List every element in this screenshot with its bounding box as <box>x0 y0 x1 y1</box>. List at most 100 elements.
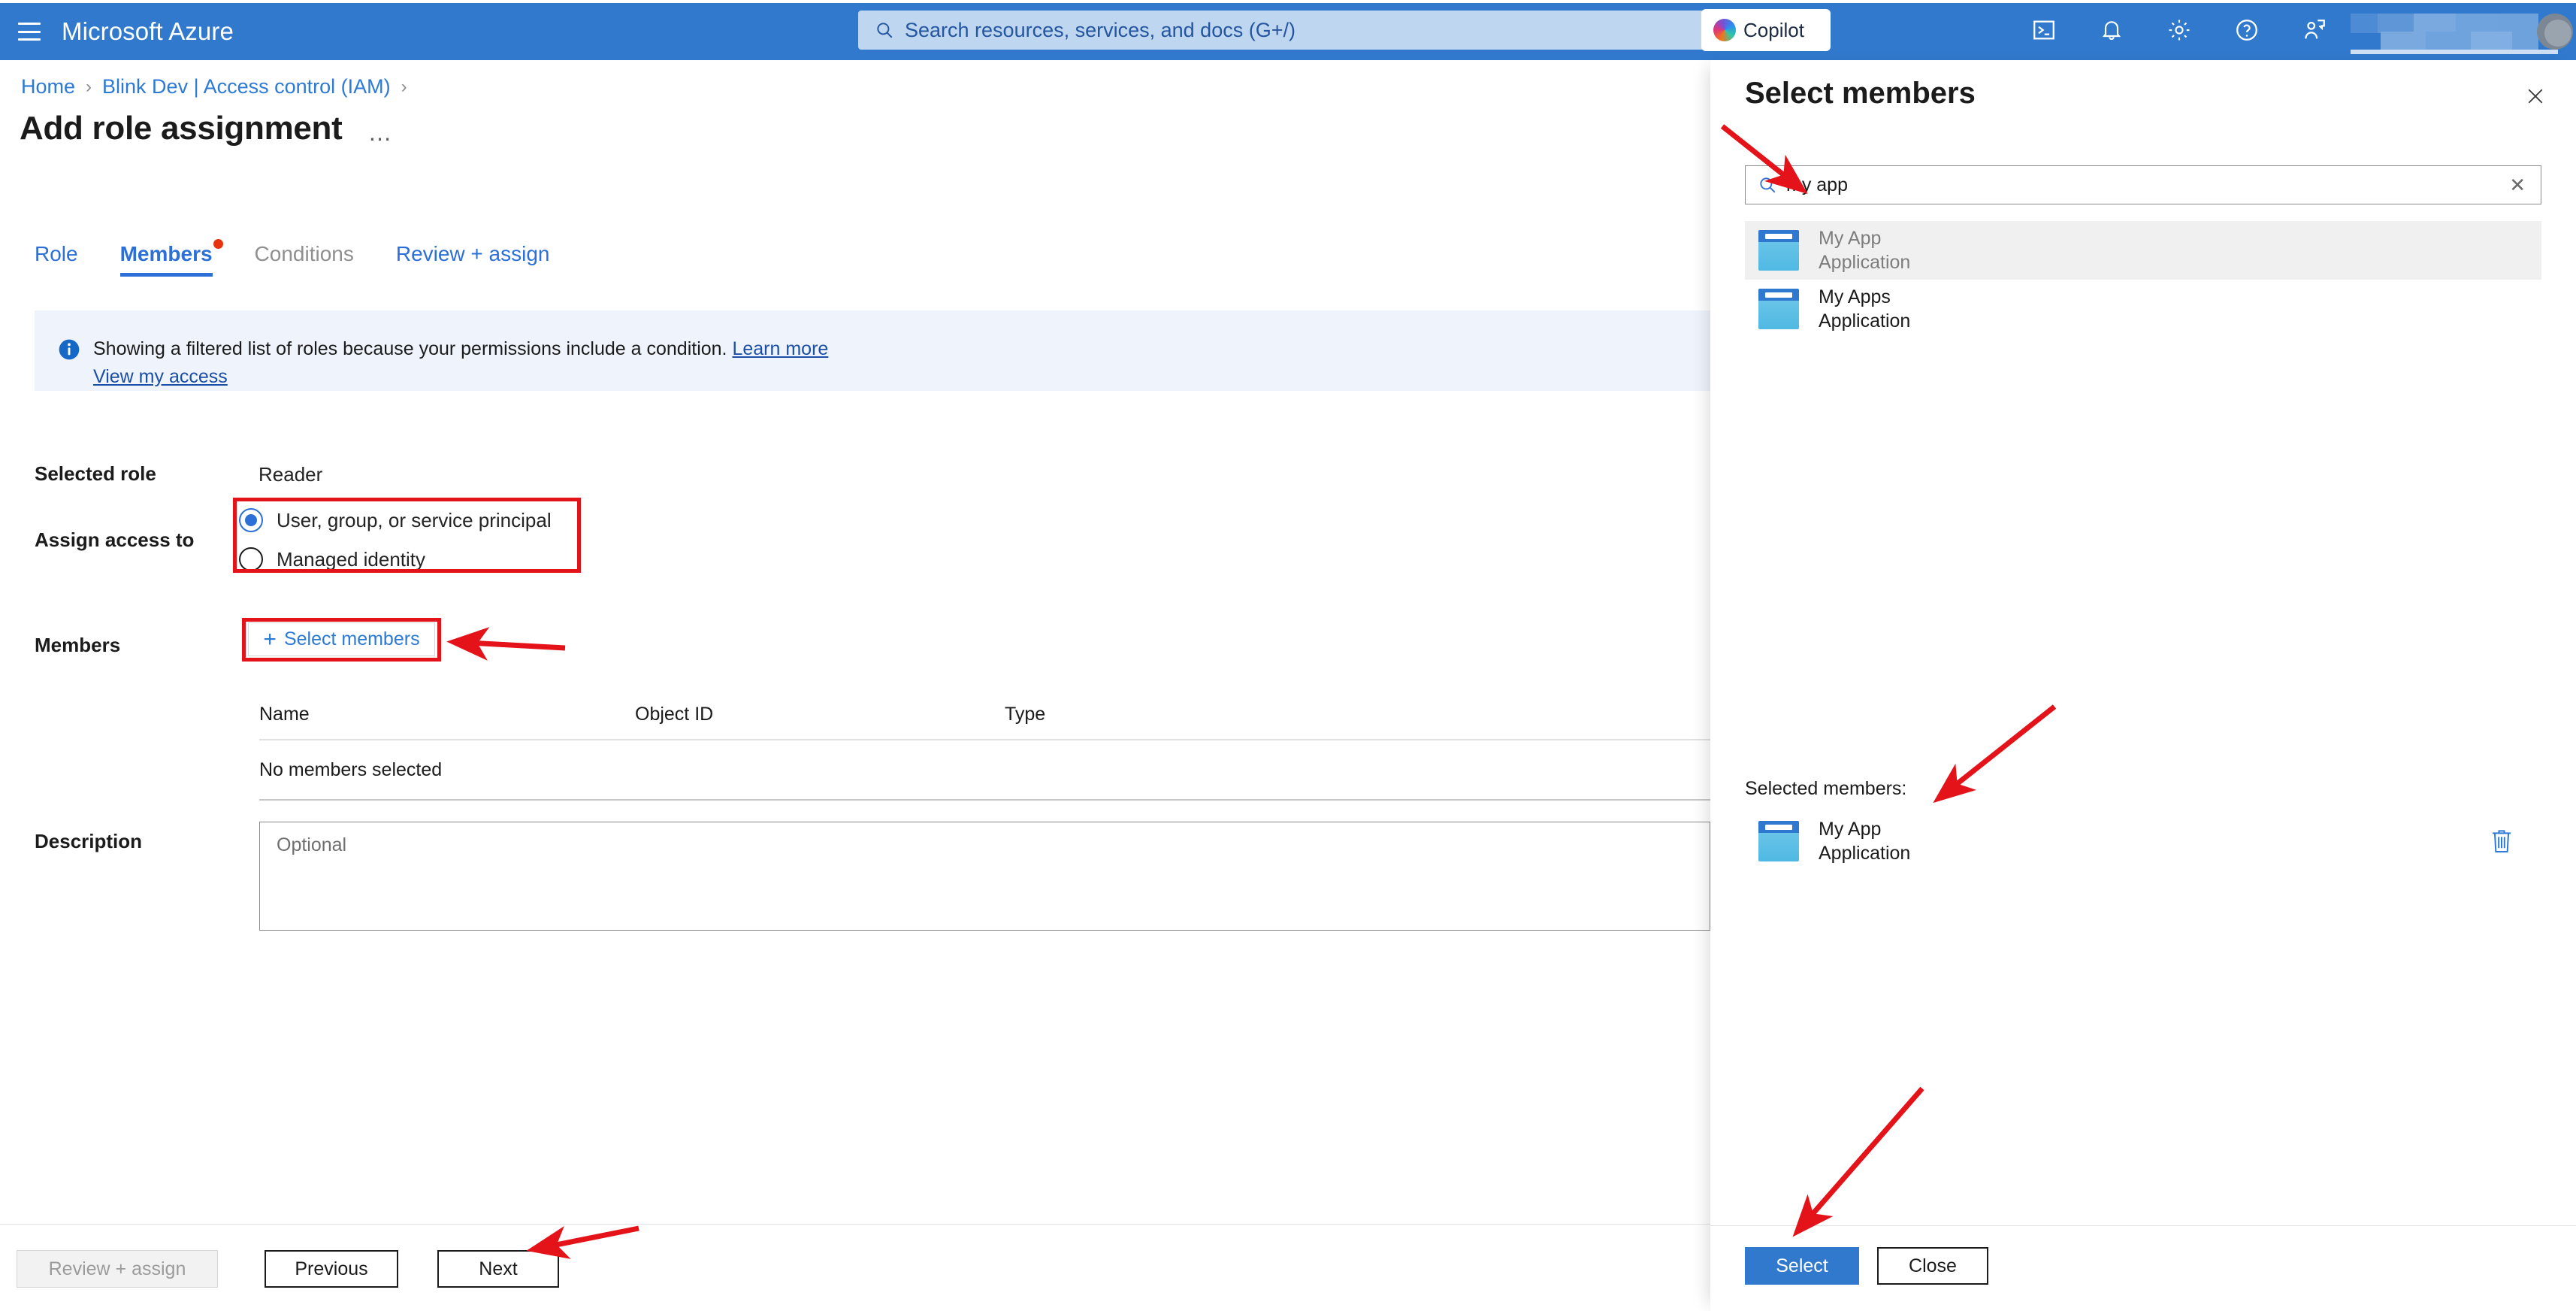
members-table-header: Name Object ID Type <box>259 699 1710 739</box>
cloud-shell-icon[interactable] <box>2029 15 2059 45</box>
select-members-panel: Select members my app ✕ M <box>1710 60 2576 1311</box>
view-my-access-link[interactable]: View my access <box>93 364 828 390</box>
notifications-bell-icon[interactable] <box>2097 15 2127 45</box>
members-table-empty-text: No members selected <box>259 759 635 781</box>
chevron-right-icon: › <box>86 77 92 98</box>
azure-portal-screen: Microsoft Azure Search resources, servic… <box>0 0 2576 1311</box>
review-assign-button[interactable]: Review + assign <box>17 1250 218 1288</box>
search-icon <box>875 20 894 40</box>
radio-unselected-icon <box>239 547 263 571</box>
info-banner-text: Showing a filtered list of roles because… <box>93 338 727 359</box>
clear-icon[interactable]: ✕ <box>2506 174 2529 197</box>
trash-icon[interactable] <box>2489 827 2514 855</box>
panel-search-input[interactable]: my app ✕ <box>1745 165 2541 204</box>
selected-role-label: Selected role <box>35 462 156 486</box>
more-menu-icon[interactable]: … <box>368 119 395 147</box>
copilot-icon <box>1713 19 1736 41</box>
breadcrumb: Home › Blink Dev | Access control (IAM) … <box>21 75 418 98</box>
wizard-footer <box>0 1224 1710 1311</box>
tab-review-assign[interactable]: Review + assign <box>396 242 550 277</box>
radio-user-group-service-principal[interactable]: User, group, or service principal <box>239 505 423 535</box>
application-icon <box>1758 230 1799 271</box>
panel-header: Select members <box>1710 60 2576 129</box>
members-table: Name Object ID Type No members selected <box>259 699 1710 801</box>
table-divider <box>259 799 1710 801</box>
select-members-button[interactable]: + Select members <box>248 622 435 656</box>
previous-button-label: Previous <box>295 1258 367 1280</box>
selected-role-value: Reader <box>259 463 322 486</box>
global-search-placeholder: Search resources, services, and docs (G+… <box>905 19 1296 42</box>
radio-managed-identity[interactable]: Managed identity <box>239 544 423 574</box>
radio-managed-identity-label: Managed identity <box>277 548 425 571</box>
arrow-to-select-members-button <box>454 642 565 648</box>
column-header-name: Name <box>259 704 635 725</box>
list-item-name: My App <box>1819 226 1910 251</box>
info-icon <box>57 338 81 362</box>
next-button-label: Next <box>479 1258 517 1280</box>
wizard-tabs: Role Members Conditions Review + assign <box>35 242 550 277</box>
breadcrumb-item-access-control[interactable]: Blink Dev | Access control (IAM) <box>102 75 391 98</box>
tab-members[interactable]: Members <box>120 242 213 277</box>
application-icon <box>1758 821 1799 861</box>
selected-member-name: My App <box>1819 817 1910 842</box>
select-members-button-label: Select members <box>284 628 420 650</box>
description-input[interactable]: Optional <box>259 822 1710 931</box>
description-label: Description <box>35 830 142 853</box>
table-row: No members selected <box>259 740 1710 799</box>
panel-close-button-label: Close <box>1909 1255 1957 1277</box>
review-assign-button-label: Review + assign <box>49 1258 186 1280</box>
help-question-icon[interactable] <box>2232 15 2262 45</box>
column-header-object-id: Object ID <box>635 704 1005 725</box>
selected-member-type: Application <box>1819 841 1910 866</box>
plus-icon: + <box>263 628 277 651</box>
learn-more-link[interactable]: Learn more <box>732 338 828 359</box>
panel-footer: Select Close <box>1710 1225 2576 1311</box>
selected-members-list: My App Application <box>1745 812 2541 870</box>
close-icon[interactable] <box>2520 81 2550 111</box>
feedback-person-icon[interactable] <box>2299 15 2330 45</box>
list-item: My App Application <box>1745 812 2541 870</box>
hamburger-icon[interactable] <box>18 23 41 41</box>
list-item-name: My Apps <box>1819 285 1910 310</box>
panel-title: Select members <box>1745 77 1976 111</box>
tab-members-badge-dot <box>213 239 223 249</box>
tab-role-label: Role <box>35 242 78 265</box>
copilot-button[interactable]: Copilot <box>1701 9 1831 51</box>
panel-select-button-label: Select <box>1776 1255 1828 1277</box>
header-icon-group <box>2029 9 2330 51</box>
panel-search-value: my app <box>1786 174 2506 196</box>
breadcrumb-item-home[interactable]: Home <box>21 75 75 98</box>
members-label: Members <box>35 634 120 657</box>
column-header-type: Type <box>1005 704 1710 725</box>
user-account-area[interactable] <box>2333 8 2576 54</box>
global-search-input[interactable]: Search resources, services, and docs (G+… <box>858 11 1754 50</box>
radio-user-group-service-principal-label: User, group, or service principal <box>277 509 552 532</box>
radio-selected-icon <box>239 508 263 532</box>
chevron-right-icon: › <box>401 77 407 98</box>
previous-button[interactable]: Previous <box>265 1250 398 1288</box>
copilot-label: Copilot <box>1743 19 1804 42</box>
page-title: Add role assignment <box>20 110 343 147</box>
tab-members-label: Members <box>120 242 213 265</box>
info-banner: Showing a filtered list of roles because… <box>35 310 1710 391</box>
assign-access-to-label: Assign access to <box>35 528 194 552</box>
description-placeholder: Optional <box>277 834 346 855</box>
panel-close-button[interactable]: Close <box>1877 1247 1988 1285</box>
list-item[interactable]: My Apps Application <box>1745 280 2541 338</box>
selected-members-label: Selected members: <box>1745 778 1906 800</box>
list-item-type: Application <box>1819 250 1910 275</box>
brand-title[interactable]: Microsoft Azure <box>62 17 234 46</box>
assign-access-radio-group: User, group, or service principal Manage… <box>239 505 423 565</box>
tab-role[interactable]: Role <box>35 242 78 277</box>
list-item-type: Application <box>1819 309 1910 334</box>
page-title-row: Add role assignment … <box>20 110 395 147</box>
tab-review-assign-label: Review + assign <box>396 242 550 265</box>
next-button[interactable]: Next <box>437 1250 559 1288</box>
tab-conditions[interactable]: Conditions <box>255 242 354 277</box>
list-item[interactable]: My App Application <box>1745 221 2541 280</box>
tab-conditions-label: Conditions <box>255 242 354 265</box>
settings-gear-icon[interactable] <box>2164 15 2194 45</box>
application-icon <box>1758 289 1799 329</box>
panel-select-button[interactable]: Select <box>1745 1247 1859 1285</box>
info-banner-body: Showing a filtered list of roles because… <box>93 336 828 389</box>
